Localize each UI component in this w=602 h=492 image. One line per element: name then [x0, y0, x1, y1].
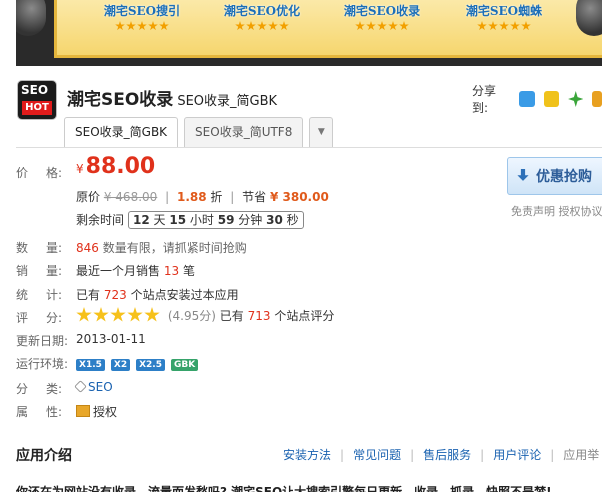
banner-item-title: 潮宅SEO蜘蛛: [465, 4, 543, 18]
banner-item-title: 潮宅SEO搜引: [103, 4, 181, 18]
logo-text-top: SEO: [21, 83, 49, 97]
top-banner: 潮宅SEO搜引 潮宅SEO优化 潮宅SEO收录 潮宅SEO蜘蛛: [16, 0, 602, 66]
save-label: 节省: [242, 190, 267, 204]
banner-item-stars: [327, 21, 437, 31]
logo-text-bottom: HOT: [22, 101, 52, 115]
date-label: 更新日期:: [16, 334, 69, 348]
stats-label: 统计:: [16, 288, 63, 302]
reviews-link[interactable]: 用户评论: [493, 448, 541, 462]
qty-label: 数量:: [16, 241, 63, 255]
property-label: 属性:: [16, 405, 63, 419]
tab-gbk[interactable]: SEO收录_简GBK: [64, 117, 179, 147]
app-logo: SEO HOT: [17, 80, 57, 120]
faq-link[interactable]: 常见问题: [353, 448, 401, 462]
clover-share-icon[interactable]: [568, 91, 584, 107]
app-name: 潮宅SEO收录: [67, 90, 174, 110]
sales-value: 最近一个月销售 13 笔: [76, 264, 195, 278]
banner-item-title: 潮宅SEO优化: [223, 4, 301, 18]
license-icon: [76, 405, 90, 417]
qzone-share-icon[interactable]: [543, 91, 560, 107]
support-link[interactable]: 售后服务: [423, 448, 471, 462]
banner-item-title: 潮宅SEO收录: [343, 4, 421, 18]
env-badge: X2.5: [136, 359, 165, 371]
share-label: 分享到:: [472, 84, 497, 115]
price-breakdown: 原价 ¥ 468.00 | 1.88 折 | 节省 ¥ 380.00: [76, 190, 329, 204]
chevron-down-icon[interactable]: ▼: [309, 117, 334, 147]
env-badge: X1.5: [76, 359, 105, 371]
category-label: 分类:: [16, 382, 63, 396]
countdown: 剩余时间 12 天 15 小时 59 分钟 30 秒: [76, 211, 304, 229]
price-label: 价格:: [16, 166, 63, 180]
property-value: 授权: [76, 403, 117, 420]
banner-item[interactable]: 潮宅SEO收录: [327, 2, 437, 31]
countdown-timer: 12 天 15 小时 59 分钟 30 秒: [128, 211, 304, 229]
download-icon: [517, 169, 529, 181]
qq-share-icon[interactable]: [519, 91, 535, 107]
tab-divider: [16, 147, 602, 148]
banner-item-stars: [87, 21, 197, 31]
env-badge: X2: [110, 359, 131, 371]
category-value: SEO: [74, 380, 113, 394]
rating-label: 评分:: [16, 311, 63, 325]
price-value: ¥88.00: [76, 154, 156, 179]
intro-text: 你还在为网站没有收录，流量而发愁吗? 潮宅SEO让大搜索引擎每日更新，收录、抓录…: [16, 485, 552, 492]
install-link[interactable]: 安装方法: [283, 448, 331, 462]
page-title: 潮宅SEO收录 SEO收录_简GBK: [67, 85, 277, 110]
date-value: 2013-01-11: [76, 332, 146, 346]
sales-label: 销量:: [16, 264, 63, 278]
disclaimer-links[interactable]: 免责声明 授权协议: [511, 203, 602, 219]
rating-score: (4.95分): [167, 309, 216, 323]
intro-title: 应用介绍: [16, 448, 72, 464]
stats-value: 已有 723 个站点安装过本应用: [76, 288, 239, 302]
discount-value: 1.88: [176, 190, 207, 204]
banner-item-stars: [449, 21, 559, 31]
edition-tabs: SEO收录_简GBK SEO收录_简UTF8 ▼: [64, 117, 334, 147]
discount-unit: 折: [210, 190, 223, 204]
category-link[interactable]: SEO: [88, 380, 113, 394]
rating-value: (4.95分) 已有 713 个站点评分: [76, 307, 334, 324]
env-label: 运行环境:: [16, 357, 69, 371]
save-value: ¥ 380.00: [269, 190, 329, 204]
buy-button-label: 优惠抢购: [536, 169, 592, 185]
banner-decoration-left: [16, 0, 46, 36]
more-share-icon[interactable]: [592, 91, 602, 107]
orig-price-value: ¥ 468.00: [103, 190, 158, 204]
tag-icon: [74, 380, 87, 393]
banner-panel: 潮宅SEO搜引 潮宅SEO优化 潮宅SEO收录 潮宅SEO蜘蛛: [54, 0, 602, 58]
banner-item[interactable]: 潮宅SEO蜘蛛: [449, 2, 559, 31]
intro-nav: 安装方法 | 常见问题 | 售后服务 | 用户评论 | 应用举: [283, 448, 600, 462]
report-link[interactable]: 应用举: [563, 448, 599, 462]
app-edition: SEO收录_简GBK: [177, 94, 278, 109]
env-badge: GBK: [170, 359, 199, 371]
tab-utf8[interactable]: SEO收录_简UTF8: [184, 117, 304, 147]
qty-value: 846 数量有限，请抓紧时间抢购: [76, 241, 247, 255]
buy-button[interactable]: 优惠抢购: [507, 157, 602, 195]
rating-stars: [76, 307, 160, 323]
banner-item[interactable]: 潮宅SEO优化: [207, 2, 317, 31]
banner-item[interactable]: 潮宅SEO搜引: [87, 2, 197, 31]
share-bar: 分享到:: [472, 82, 602, 116]
orig-price-label: 原价: [76, 190, 101, 204]
countdown-label: 剩余时间: [76, 213, 125, 227]
env-badges: X1.5 X2 X2.5 GBK: [76, 356, 204, 371]
banner-item-stars: [207, 21, 317, 31]
